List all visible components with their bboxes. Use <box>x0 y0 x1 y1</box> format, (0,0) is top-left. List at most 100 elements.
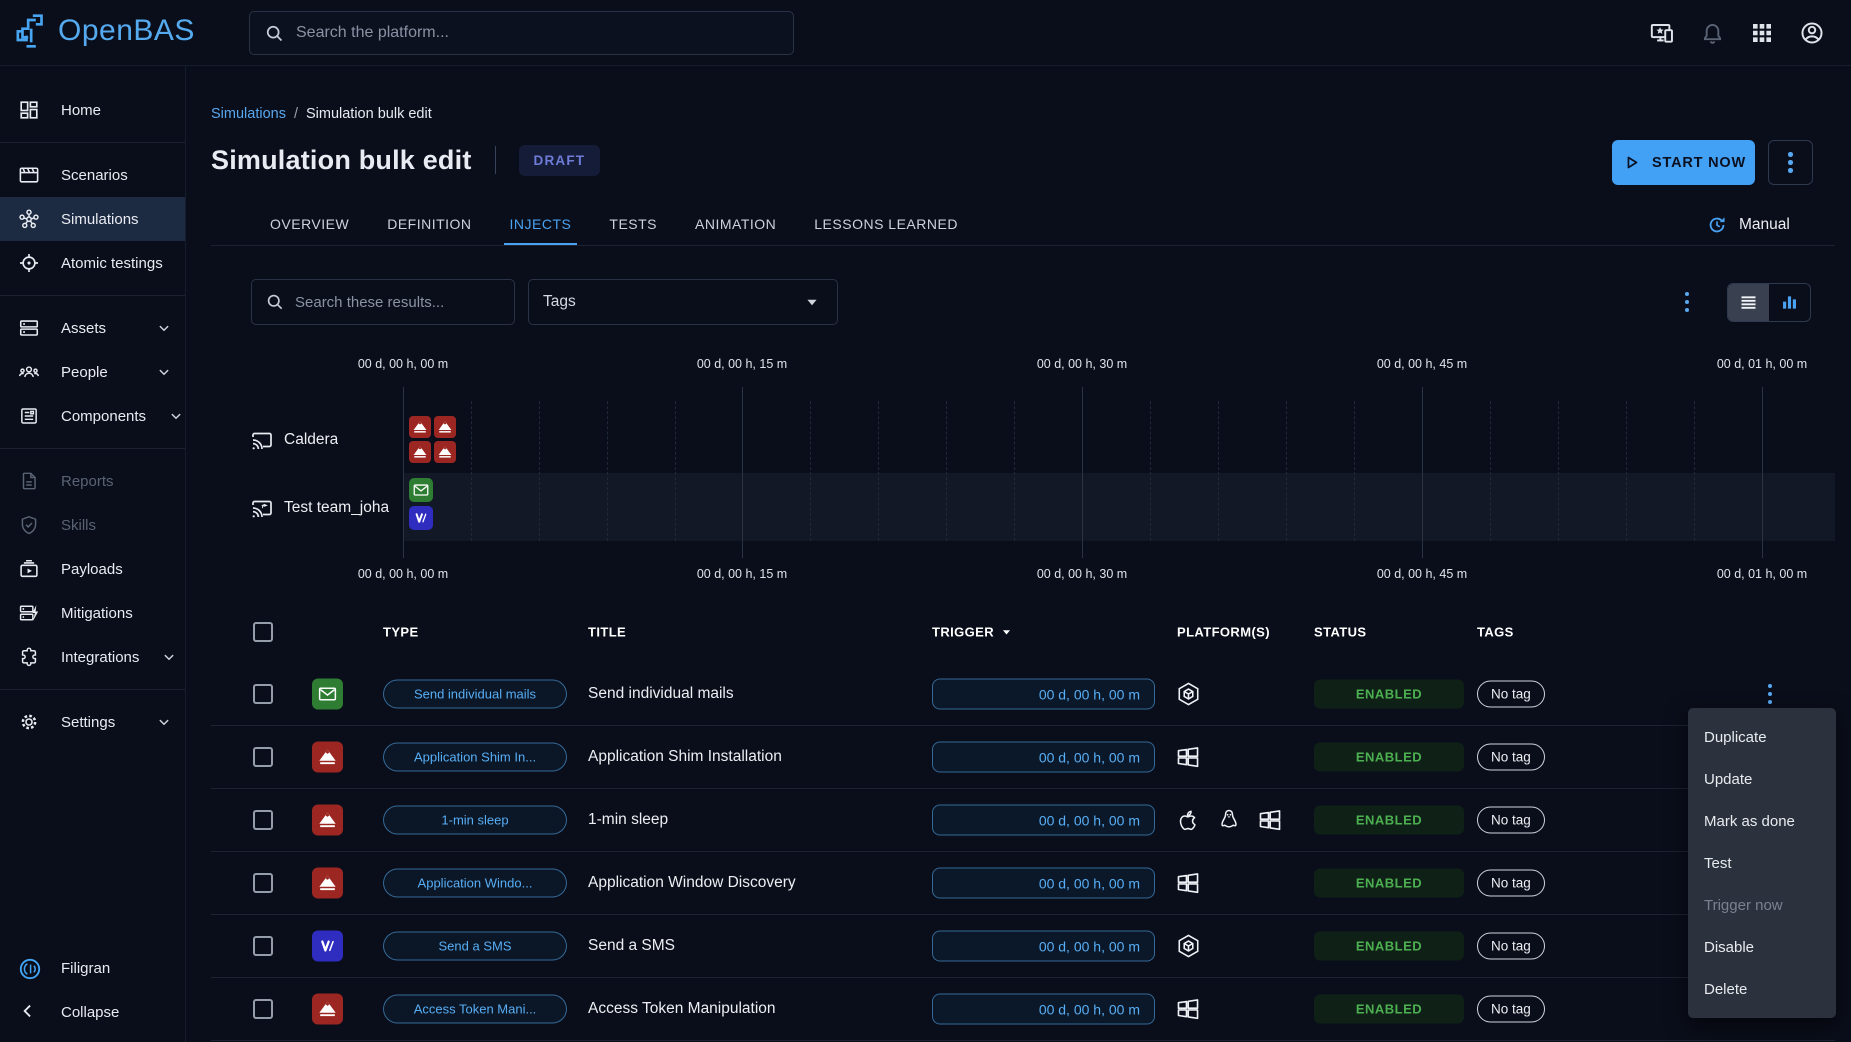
start-now-button[interactable]: START NOW <box>1612 140 1755 185</box>
trigger-chip[interactable]: 00 d, 00 h, 00 m <box>932 679 1155 710</box>
caldera-type-icon <box>312 805 343 836</box>
axis-tick-label: 00 d, 00 h, 30 m <box>1037 567 1127 581</box>
inject-row[interactable]: Application Shim In... Application Shim … <box>211 726 1835 789</box>
search-icon <box>264 23 285 44</box>
trigger-chip[interactable]: 00 d, 00 h, 00 m <box>932 805 1155 836</box>
row-checkbox[interactable] <box>253 936 273 956</box>
windows-platform-icon <box>1257 807 1283 833</box>
start-now-label: START NOW <box>1652 155 1746 171</box>
collapse-sidebar-button[interactable]: Collapse <box>0 990 185 1034</box>
cast-icon <box>250 428 274 452</box>
column-header-platforms[interactable]: PLATFORM(S) <box>1177 624 1270 639</box>
inject-row[interactable]: Send a SMS Send a SMS 00 d, 00 h, 00 m E… <box>211 915 1835 978</box>
filigran-link[interactable]: Filigran <box>0 946 185 990</box>
sidebar-item-people[interactable]: People <box>0 350 185 394</box>
select-all-checkbox[interactable] <box>253 622 273 642</box>
tag-chip: No tag <box>1477 870 1545 897</box>
sidebar-item-simulations[interactable]: Simulations <box>0 197 185 241</box>
tab-animation[interactable]: ANIMATION <box>676 203 795 245</box>
row-checkbox[interactable] <box>253 684 273 704</box>
inject-row[interactable]: Application Windo... Application Window … <box>211 852 1835 915</box>
trigger-chip[interactable]: 00 d, 00 h, 00 m <box>932 931 1155 962</box>
axis-tick-label: 00 d, 00 h, 15 m <box>697 567 787 581</box>
timeline-inject-sms-icon[interactable] <box>409 506 433 530</box>
tab-tests[interactable]: TESTS <box>590 203 676 245</box>
tabs-divider <box>211 245 1835 246</box>
notifications-icon[interactable] <box>1700 21 1725 46</box>
status-badge-draft: DRAFT <box>519 145 601 176</box>
sidebar-item-scenarios[interactable]: Scenarios <box>0 153 185 197</box>
tags-filter-select[interactable]: Tags <box>528 279 838 325</box>
menu-item-disable[interactable]: Disable <box>1688 926 1836 968</box>
sidebar-item-home[interactable]: Home <box>0 88 185 132</box>
timeline-inject-email-icon[interactable] <box>409 478 433 502</box>
chart-view-button[interactable] <box>1769 284 1810 321</box>
inject-row[interactable]: Send individual mails Send individual ma… <box>211 663 1835 726</box>
sidebar-item-assets[interactable]: Assets <box>0 306 185 350</box>
sidebar-item-payloads[interactable]: Payloads <box>0 547 185 591</box>
menu-item-mark-as-done[interactable]: Mark as done <box>1688 800 1836 842</box>
tab-definition[interactable]: DEFINITION <box>368 203 490 245</box>
sidebar-item-mitigations[interactable]: Mitigations <box>0 591 185 635</box>
openbas-logo[interactable]: OpenBAS <box>12 11 195 51</box>
inject-type-chip[interactable]: Access Token Mani... <box>383 995 567 1024</box>
devices-icon[interactable] <box>1649 20 1675 46</box>
trigger-chip[interactable]: 00 d, 00 h, 00 m <box>932 994 1155 1025</box>
sidebar-item-reports: Reports <box>0 459 185 503</box>
inject-type-chip[interactable]: Application Shim In... <box>383 743 567 772</box>
timeline-inject-caldera-icon[interactable] <box>434 416 456 438</box>
macos-platform-icon <box>1175 807 1201 833</box>
inject-type-chip[interactable]: 1-min sleep <box>383 806 567 835</box>
menu-item-duplicate[interactable]: Duplicate <box>1688 716 1836 758</box>
tab-lessons-learned[interactable]: LESSONS LEARNED <box>795 203 977 245</box>
trigger-chip[interactable]: 00 d, 00 h, 00 m <box>932 742 1155 773</box>
row-checkbox[interactable] <box>253 873 273 893</box>
axis-tick-label: 00 d, 00 h, 30 m <box>1037 357 1127 371</box>
timeline-inject-caldera-icon[interactable] <box>409 441 431 463</box>
column-header-trigger[interactable]: TRIGGER <box>932 623 1015 640</box>
inject-type-chip[interactable]: Send a SMS <box>383 932 567 961</box>
column-header-tags[interactable]: TAGS <box>1477 624 1514 639</box>
sidebar-divider <box>0 448 185 449</box>
tag-chip: No tag <box>1477 744 1545 771</box>
list-options-menu-button[interactable] <box>1672 287 1702 317</box>
inject-row[interactable]: Access Token Mani... Access Token Manipu… <box>211 978 1835 1041</box>
list-view-button[interactable] <box>1728 284 1769 321</box>
platform-search-input[interactable] <box>296 24 779 42</box>
account-icon[interactable] <box>1799 20 1825 46</box>
sidebar-item-atomic-testings[interactable]: Atomic testings <box>0 241 185 285</box>
menu-item-test[interactable]: Test <box>1688 842 1836 884</box>
breadcrumb-simulations-link[interactable]: Simulations <box>211 106 286 122</box>
apps-grid-icon[interactable] <box>1750 21 1774 45</box>
trigger-mode-toggle[interactable]: Manual <box>1706 210 1790 240</box>
chevron-down-icon <box>155 363 173 381</box>
sidebar-item-components[interactable]: Components <box>0 394 185 438</box>
timeline-inject-caldera-icon[interactable] <box>409 416 431 438</box>
row-checkbox[interactable] <box>253 999 273 1019</box>
row-checkbox[interactable] <box>253 747 273 767</box>
column-header-title[interactable]: TITLE <box>588 624 626 639</box>
column-header-type[interactable]: TYPE <box>383 624 419 639</box>
results-search-input[interactable] <box>295 294 501 311</box>
column-header-status[interactable]: STATUS <box>1314 624 1366 639</box>
trigger-chip[interactable]: 00 d, 00 h, 00 m <box>932 868 1155 899</box>
windows-platform-icon <box>1175 744 1201 770</box>
axis-tick-label: 00 d, 00 h, 00 m <box>358 567 448 581</box>
tab-injects[interactable]: INJECTS <box>491 203 591 245</box>
chevron-down-icon <box>155 713 173 731</box>
menu-item-delete[interactable]: Delete <box>1688 968 1836 1010</box>
sidebar-item-settings[interactable]: Settings <box>0 700 185 744</box>
sidebar-divider <box>0 295 185 296</box>
tab-overview[interactable]: OVERVIEW <box>251 203 368 245</box>
kebab-icon <box>1768 684 1773 705</box>
timeline-inject-caldera-icon[interactable] <box>434 441 456 463</box>
inject-type-chip[interactable]: Application Windo... <box>383 869 567 898</box>
simulation-menu-button[interactable] <box>1768 140 1813 185</box>
sidebar-item-integrations[interactable]: Integrations <box>0 635 185 679</box>
row-menu-button[interactable] <box>1755 679 1785 709</box>
row-checkbox[interactable] <box>253 810 273 830</box>
injects-table: TYPE TITLE TRIGGER PLATFORM(S) STATUS TA… <box>211 600 1835 1041</box>
linux-platform-icon <box>1216 807 1242 833</box>
inject-type-chip[interactable]: Send individual mails <box>383 680 567 709</box>
menu-item-update[interactable]: Update <box>1688 758 1836 800</box>
